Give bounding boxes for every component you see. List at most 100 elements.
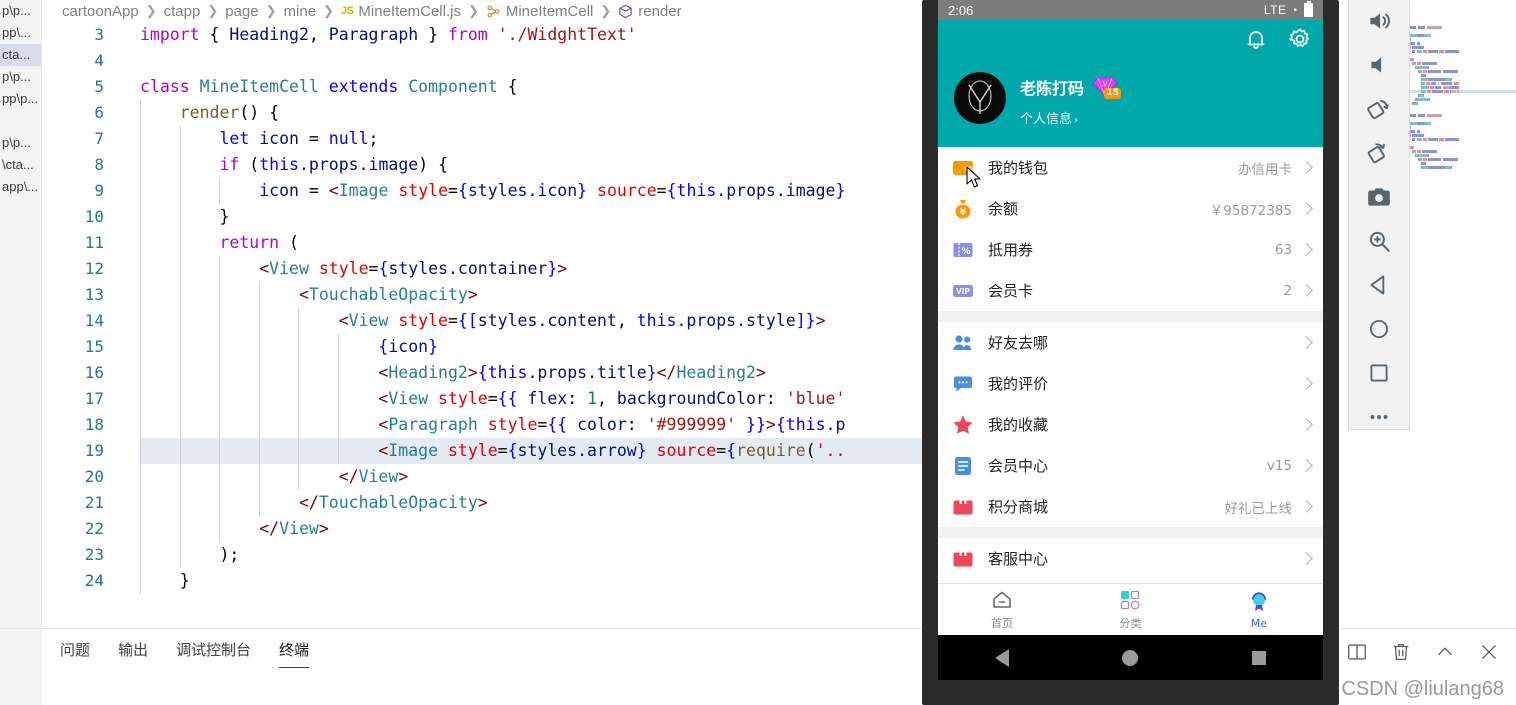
home-icon[interactable]	[1362, 316, 1396, 342]
list-item[interactable]: % 抵用券 63	[938, 229, 1323, 270]
close-icon[interactable]	[1478, 641, 1500, 663]
minimap-token	[1436, 150, 1437, 153]
explorer-item[interactable]: p\p...	[0, 0, 41, 22]
profile-section[interactable]: 老陈打码 V 15 个人信息 ›	[954, 72, 1122, 127]
emulator-screen[interactable]: 2:06 LTE ▪ 老陈打码 V 15 个人信息 › 我的钱包 办信用卡 ¥ …	[938, 0, 1323, 680]
more-icon[interactable]	[1362, 404, 1396, 430]
breadcrumb-item[interactable]: MineItemCell.js	[358, 3, 461, 20]
header-actions[interactable]	[1243, 26, 1313, 52]
volume-down-icon[interactable]	[1362, 52, 1396, 78]
explorer-item[interactable]: app\...	[0, 176, 41, 198]
code-token: this	[636, 311, 677, 330]
line-number: 16	[84, 363, 104, 382]
rotate-left-icon[interactable]	[1362, 96, 1396, 122]
emulator-toolbar[interactable]	[1348, 0, 1410, 430]
android-nav-bar[interactable]	[938, 635, 1323, 680]
list-item[interactable]: 我的评价	[938, 363, 1323, 404]
explorer-item[interactable]: pp\p...	[0, 88, 41, 110]
profile-text: 老陈打码 V 15 个人信息 ›	[1020, 72, 1122, 127]
panel-tab[interactable]: 问题	[60, 639, 90, 668]
line-number: 12	[84, 259, 104, 278]
split-terminal-icon[interactable]	[1346, 641, 1368, 663]
breadcrumb-separator: ❯	[265, 3, 277, 18]
code-token: <	[328, 181, 339, 200]
profile-info-link[interactable]: 个人信息 ›	[1020, 108, 1120, 127]
code-token: >	[318, 519, 329, 538]
chevron-up-icon[interactable]	[1434, 641, 1456, 663]
list-item[interactable]: 我的钱包 办信用卡	[938, 147, 1323, 188]
list-item[interactable]: 积分商城 好礼已上线	[938, 486, 1323, 527]
list-item[interactable]: VIP 会员卡 2	[938, 270, 1323, 311]
watermark: CSDN @liulang68	[1341, 678, 1504, 700]
panel-actions[interactable]	[1346, 641, 1500, 663]
bottom-tab-bar[interactable]: 首页 分类 Me	[938, 583, 1323, 635]
code-token: Image	[338, 181, 389, 200]
list-item[interactable]: 我的收藏	[938, 404, 1323, 445]
avatar[interactable]	[954, 72, 1006, 124]
code-token: 1	[587, 389, 598, 408]
android-back-button[interactable]	[994, 648, 1009, 667]
list-item-value: 办信用卡	[1238, 161, 1292, 178]
minimap-token	[1446, 70, 1455, 73]
list-item[interactable]: ¥ 余额 ￥95872385	[938, 188, 1323, 229]
gear-icon[interactable]	[1287, 26, 1313, 52]
explorer-item[interactable]: pp\...	[0, 22, 41, 44]
editor-minimap[interactable]	[1400, 22, 1516, 628]
breadcrumb-item[interactable]: mine	[284, 3, 317, 20]
code-token: styles.content	[477, 311, 617, 330]
minimap-line	[1403, 134, 1516, 137]
tab-me[interactable]: Me	[1195, 590, 1323, 630]
minimap-token	[1433, 90, 1442, 93]
bell-icon[interactable]	[1243, 26, 1269, 52]
vip-level: 15	[1104, 88, 1122, 99]
explorer-item[interactable]: \cta...	[0, 154, 41, 176]
panel-tab-list[interactable]: 问题 输出 调试控制台 终端	[60, 639, 310, 668]
coupon-icon: %	[952, 239, 974, 261]
screenshot-camera-icon[interactable]	[1362, 184, 1396, 210]
breadcrumb-item[interactable]: page	[225, 3, 258, 20]
chevron-right-icon	[1300, 418, 1313, 431]
minimap-token	[1423, 62, 1435, 65]
code-token: Image	[388, 441, 439, 460]
list-item[interactable]: 好友去哪	[938, 322, 1323, 363]
chevron-right-icon	[1300, 284, 1313, 297]
volume-up-icon[interactable]	[1362, 8, 1396, 34]
svg-text:¥: ¥	[960, 208, 967, 218]
android-home-button[interactable]	[1122, 649, 1139, 666]
android-emulator-window[interactable]: 2:06 LTE ▪ 老陈打码 V 15 个人信息 › 我的钱包 办信用卡 ¥ …	[922, 0, 1339, 705]
minimap-token	[1425, 162, 1426, 165]
panel-tab[interactable]: 终端	[279, 639, 310, 668]
rotate-right-icon[interactable]	[1362, 140, 1396, 166]
minimap-token	[1457, 86, 1459, 89]
minimap-token	[1449, 50, 1458, 53]
explorer-item[interactable]: cta...	[0, 44, 41, 66]
breadcrumb-item[interactable]: render	[638, 3, 681, 20]
explorer-item[interactable]: p\p...	[0, 132, 41, 154]
explorer-item[interactable]: p\p...	[0, 66, 41, 88]
file-explorer-panel[interactable]: p\p... pp\... cta... p\p... pp\p... p\p... \ct…	[0, 0, 42, 628]
code-token: Heading2	[676, 363, 756, 382]
list-item[interactable]: 客服中心	[938, 538, 1323, 579]
breadcrumb-item[interactable]: cartoonApp	[62, 3, 139, 20]
tab-home[interactable]: 首页	[938, 588, 1066, 631]
breadcrumb-item[interactable]: MineItemCell	[506, 3, 594, 20]
overview-icon[interactable]	[1362, 360, 1396, 386]
line-code: <View style={{ flex: 1, backgroundColor:…	[140, 386, 845, 412]
battery-icon	[1304, 1, 1313, 17]
code-token: .props.title	[527, 363, 647, 382]
panel-tab[interactable]: 调试控制台	[176, 639, 251, 668]
tab-category[interactable]: 分类	[1066, 588, 1194, 631]
line-number: 13	[84, 285, 104, 304]
android-recents-button[interactable]	[1252, 650, 1267, 665]
menu-list-container[interactable]: 我的钱包 办信用卡 ¥ 余额 ￥95872385% 抵用券 63 VIP 会员卡 2 好友去哪 我的评…	[938, 147, 1323, 603]
panel-tab[interactable]: 输出	[118, 639, 148, 668]
back-icon[interactable]	[1362, 272, 1396, 298]
minimap-token	[1416, 66, 1428, 69]
kill-terminal-icon[interactable]	[1390, 641, 1412, 663]
minimap-token	[1415, 134, 1424, 137]
list-item[interactable]: 会员中心 v15	[938, 445, 1323, 486]
code-token: .props.image	[298, 155, 419, 174]
zoom-icon[interactable]	[1362, 228, 1396, 254]
breadcrumb-item[interactable]: ctapp	[164, 3, 201, 20]
